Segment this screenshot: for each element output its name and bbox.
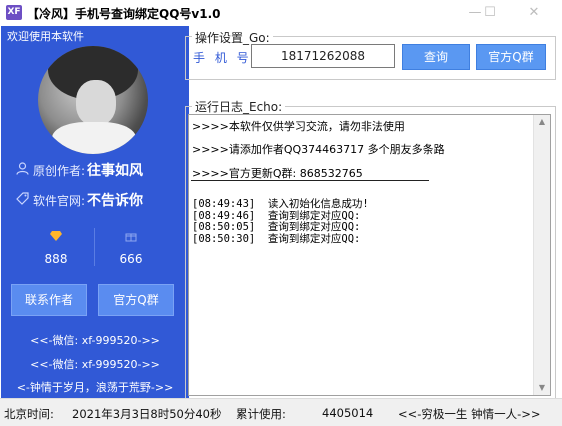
diamond-count: 888 (44, 252, 68, 266)
official-group-button[interactable]: 官方Q群 (98, 284, 174, 316)
log-separator (191, 180, 429, 181)
author-label: 原创作者: (33, 164, 86, 178)
log-textarea[interactable]: >>>>本软件仅供学习交流，请勿非法使用 >>>>请添加作者QQ37446371… (188, 114, 551, 396)
website-row: 软件官网: 不告诉你 (15, 190, 143, 210)
log-line: >>>>官方更新Q群: 868532765 (192, 167, 363, 180)
log-line: >>>>本软件仅供学习交流，请勿非法使用 (192, 120, 405, 133)
query-button[interactable]: 查询 (402, 44, 470, 70)
phone-label: 手 机 号: (193, 51, 259, 65)
slogan: <<-穷极一生 钟情一人->> (398, 407, 541, 421)
sidebar: 欢迎使用本软件 原创作者: 往事如风 软件官网: 不告诉你 888 666 联系作者… (1, 26, 189, 398)
diamond-stat: 888 (26, 230, 86, 266)
settings-group-button[interactable]: 官方Q群 (476, 44, 546, 70)
usage-label: 累计使用: (236, 407, 286, 421)
website-value: 不告诉你 (87, 193, 144, 209)
website-label: 软件官网: (33, 194, 86, 208)
time-label: 北京时间: (4, 407, 54, 421)
status-bar: 北京时间: 2021年3月3日8时50分40秒 累计使用: 4405014 <<… (0, 398, 562, 426)
log-entries: [08:49:43] 读入初始化信息成功! [08:49:46] 查询到绑定对应Q… (192, 198, 369, 245)
log-line: >>>>请添加作者QQ374463717 多个朋友多条路 (192, 143, 445, 156)
user-icon (15, 162, 29, 178)
time-value: 2021年3月3日8时50分40秒 (72, 407, 222, 421)
wechat-line-1: <<-微信: xf-999520->> (30, 334, 160, 347)
maximize-button[interactable]: ☐ (475, 3, 505, 23)
author-row: 原创作者: 往事如风 (15, 160, 143, 180)
usage-value: 4405014 (322, 406, 374, 420)
close-button[interactable]: ✕ (519, 3, 549, 23)
contact-author-button[interactable]: 联系作者 (11, 284, 87, 316)
gift-stat: 666 (101, 230, 161, 266)
wechat-line-2: <<-微信: xf-999520->> (30, 358, 160, 371)
log-entry: [08:50:30] 查询到绑定对应QQ: (192, 232, 361, 245)
gift-icon (101, 230, 161, 248)
tag-icon (15, 192, 29, 208)
stat-divider (94, 228, 95, 266)
title-bar: XF 【冷风】手机号查询绑定QQ号v1.0 — ☐ ✕ (0, 0, 562, 26)
welcome-text: 欢迎使用本软件 (7, 30, 84, 43)
window-title: 【冷风】手机号查询绑定QQ号v1.0 (27, 7, 221, 21)
log-scrollbar[interactable]: ▲ ▼ (533, 115, 550, 395)
gift-count: 666 (119, 252, 143, 266)
scroll-up-icon[interactable]: ▲ (534, 115, 550, 129)
diamond-icon (26, 230, 86, 248)
phone-input[interactable] (251, 44, 395, 68)
motto-line: <-钟情于岁月，浪荡于荒野->> (16, 381, 174, 394)
author-value: 往事如风 (87, 163, 144, 179)
scroll-down-icon[interactable]: ▼ (534, 381, 550, 395)
app-logo-icon: XF (6, 5, 22, 20)
log-group-label: 运行日志_Echo: (192, 98, 286, 115)
avatar (38, 46, 148, 154)
